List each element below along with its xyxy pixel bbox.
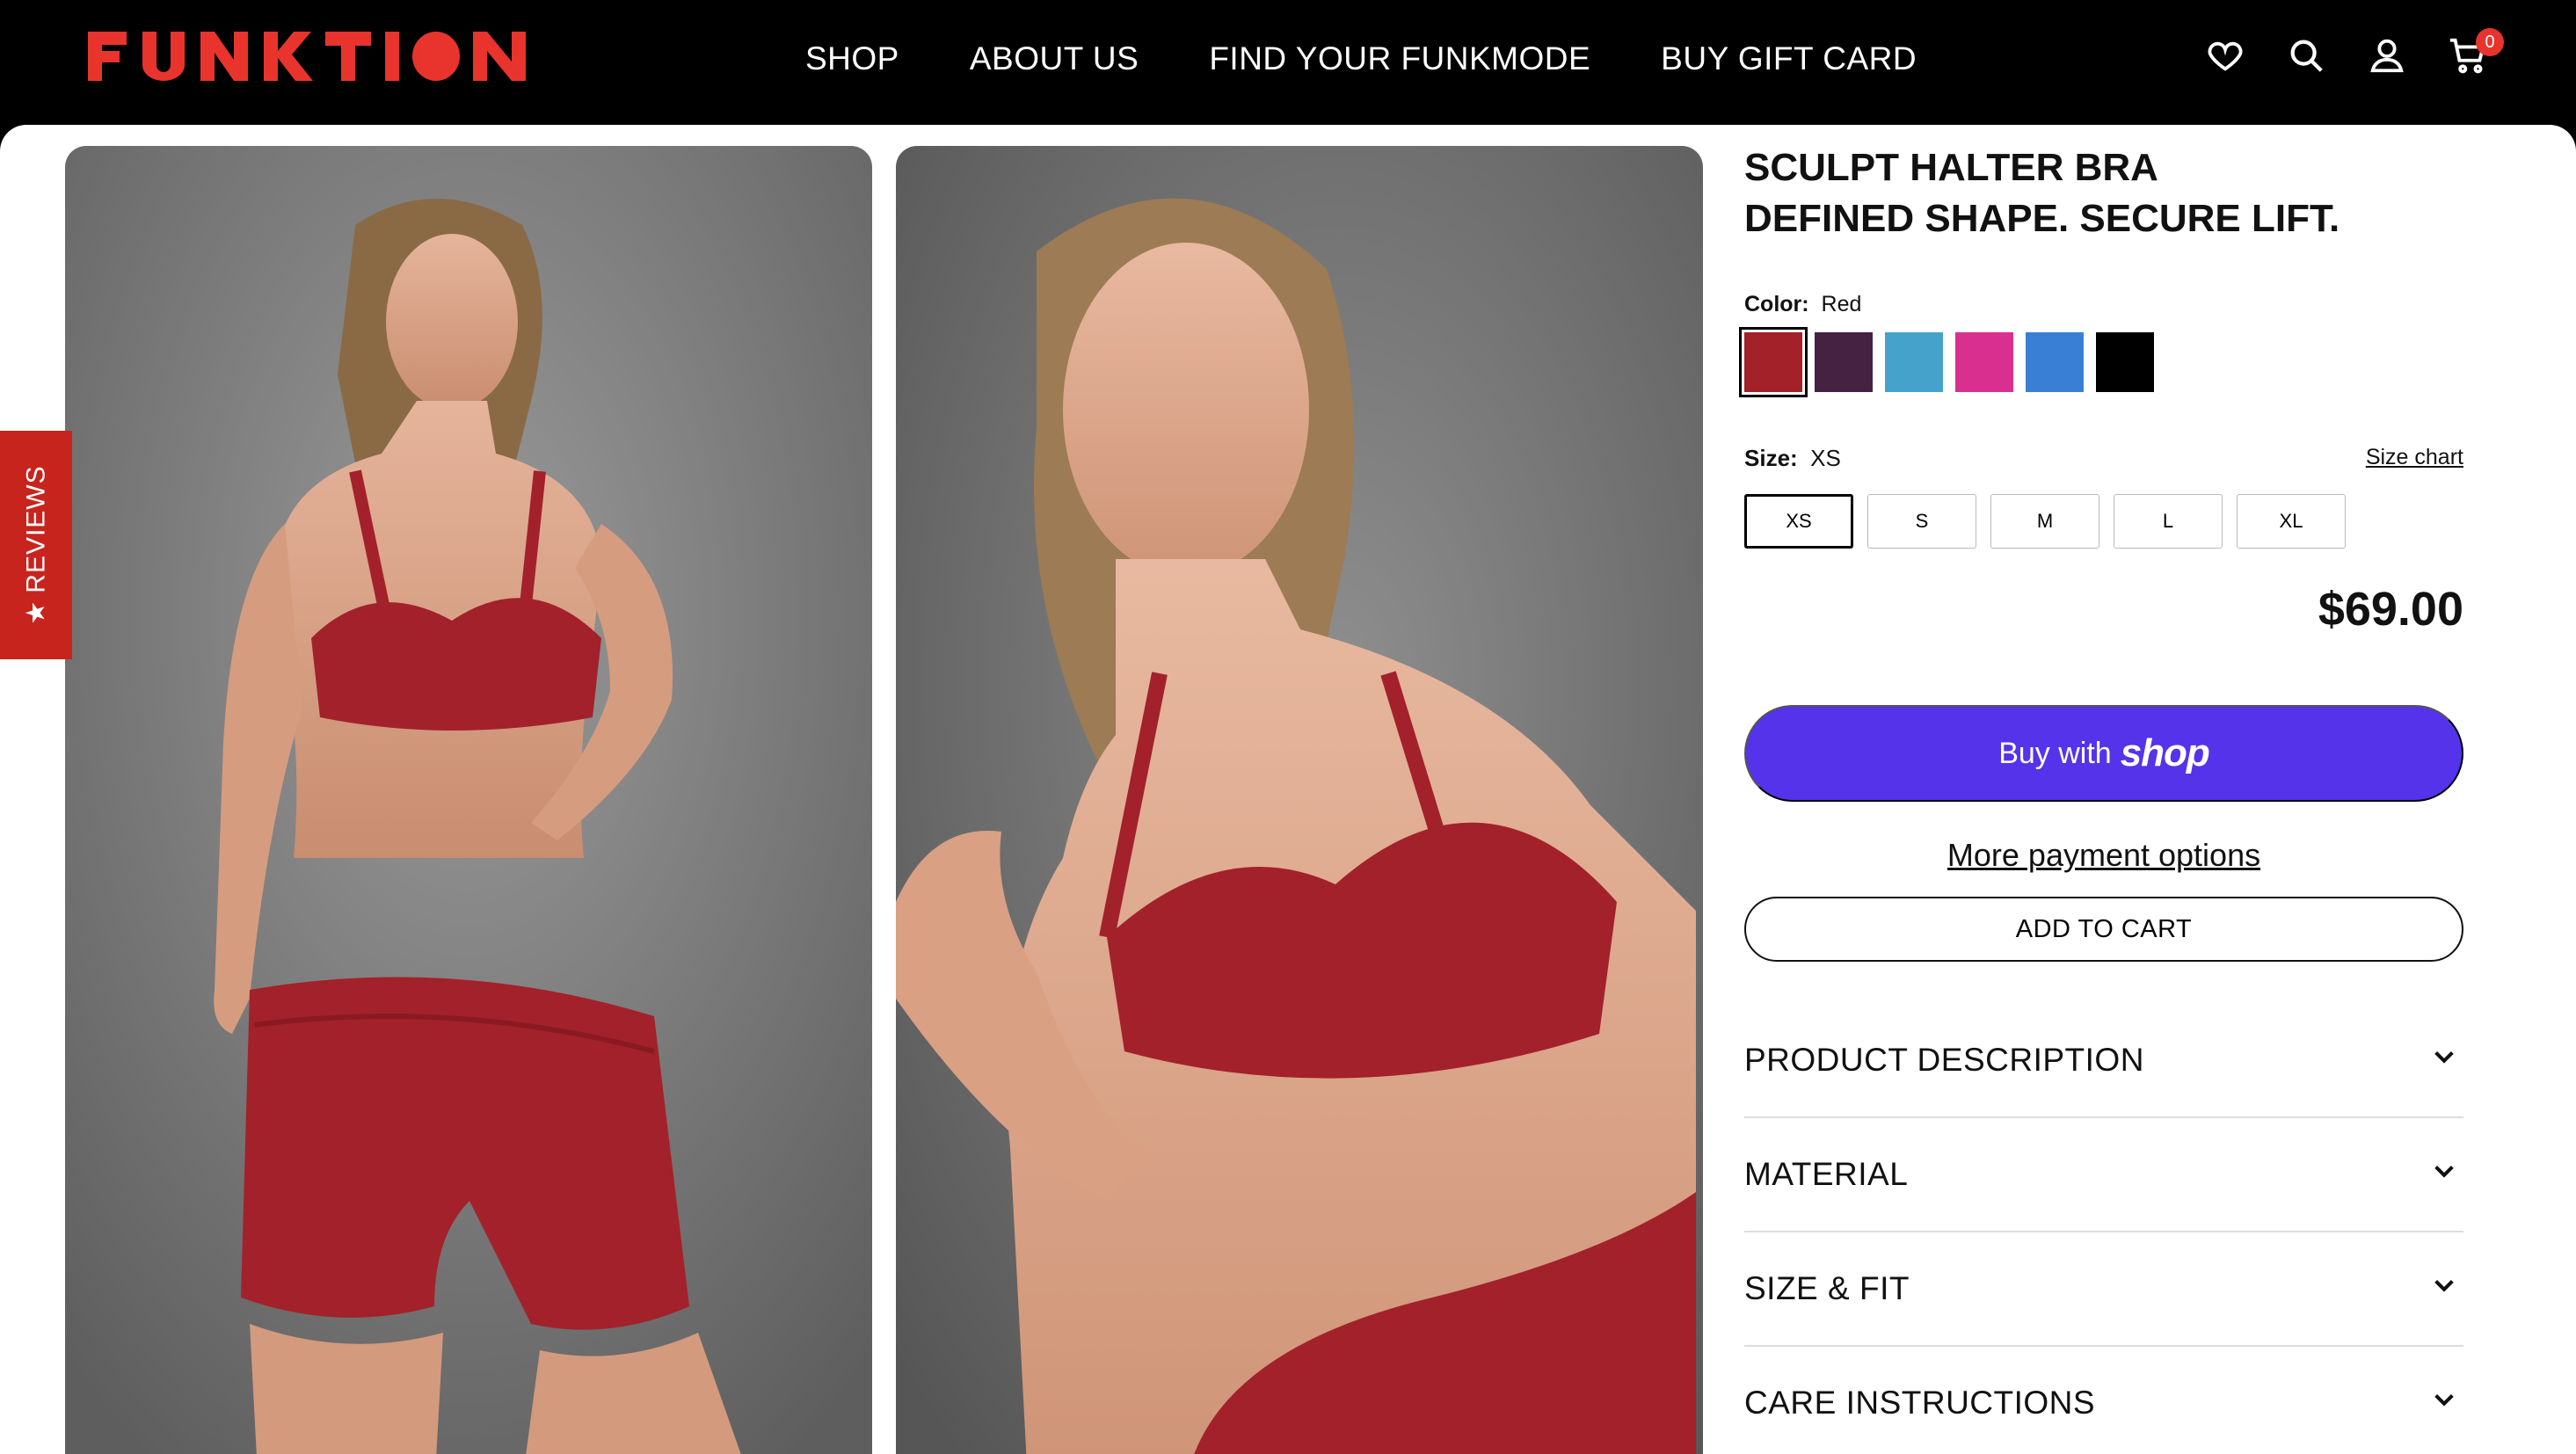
color-value: Red [1821,292,1862,316]
cart-count-badge: 0 [2476,28,2504,56]
chevron-down-icon [2434,1166,2454,1178]
swatch-blue[interactable] [2026,332,2084,392]
nav-shop[interactable]: SHOP [805,37,899,81]
add-to-cart-button[interactable]: ADD TO CART [1744,897,2463,962]
heart-icon[interactable] [2205,35,2245,76]
product-image-2[interactable] [896,146,1703,1454]
size-xs-button[interactable]: XS [1744,494,1853,549]
size-chart-link[interactable]: Size chart [2366,445,2463,470]
shop-pay-logo: shop [2120,731,2210,774]
accordion-product-description[interactable]: PRODUCT DESCRIPTION [1744,1004,2463,1118]
browser-frame: SHOP ABOUT US FIND YOUR FUNKMODE BUY GIF… [0,0,2576,1454]
swatch-black[interactable] [2096,332,2154,392]
nav-about-us[interactable]: ABOUT US [970,37,1139,81]
nav-buy-gift-card[interactable]: BUY GIFT CARD [1661,37,1917,81]
swatch-plum[interactable] [1815,332,1873,392]
chevron-down-icon [2434,1394,2454,1407]
size-l-button[interactable]: L [2114,494,2223,549]
chevron-down-icon [2434,1051,2454,1064]
product-image-1[interactable] [65,146,872,1454]
size-options: XS S M L XL [1744,494,2346,549]
cart-button[interactable]: 0 [2448,28,2504,76]
chevron-down-icon [2434,1280,2454,1292]
search-icon[interactable] [2286,35,2326,76]
size-s-button[interactable]: S [1867,494,1976,549]
more-payment-options-link[interactable]: More payment options [1744,837,2463,874]
main-nav: SHOP ABOUT US FIND YOUR FUNKMODE BUY GIF… [805,37,1917,81]
site-header: SHOP ABOUT US FIND YOUR FUNKMODE BUY GIF… [0,0,2576,125]
product-title: SCULPT HALTER BRA DEFINED SHAPE. SECURE … [1744,146,2340,240]
accordion-care-instructions[interactable]: CARE INSTRUCTIONS [1744,1347,2463,1454]
product-price: $69.00 [2318,583,2463,636]
user-icon[interactable] [2367,35,2407,76]
star-icon: ★ [21,600,51,625]
reviews-tab-label: REVIEWS [21,465,50,593]
reviews-tab[interactable]: ★ REVIEWS [0,431,72,659]
size-value: XS [1810,445,1841,471]
funktion-logo[interactable] [88,30,528,83]
accordion-material[interactable]: MATERIAL [1744,1118,2463,1232]
color-label: Color: Red [1744,292,1862,316]
header-icons: 0 [2205,28,2504,76]
size-xl-button[interactable]: XL [2237,494,2346,549]
size-label-row: Size: XS Size chart [1744,445,2463,471]
color-swatches [1739,327,2154,397]
swatch-pink[interactable] [1955,332,2013,392]
product-page: ★ REVIEWS SCULPT HALTER BRA DEFINED SHAP… [0,125,2576,1454]
swatch-sky-blue[interactable] [1885,332,1943,392]
size-m-button[interactable]: M [1990,494,2099,549]
buy-with-shop-button[interactable]: Buy with shop [1744,705,2463,802]
swatch-red[interactable] [1739,327,1808,397]
accordion-size-fit[interactable]: SIZE & FIT [1744,1232,2463,1347]
nav-find-your-funkmode[interactable]: FIND YOUR FUNKMODE [1209,37,1590,81]
